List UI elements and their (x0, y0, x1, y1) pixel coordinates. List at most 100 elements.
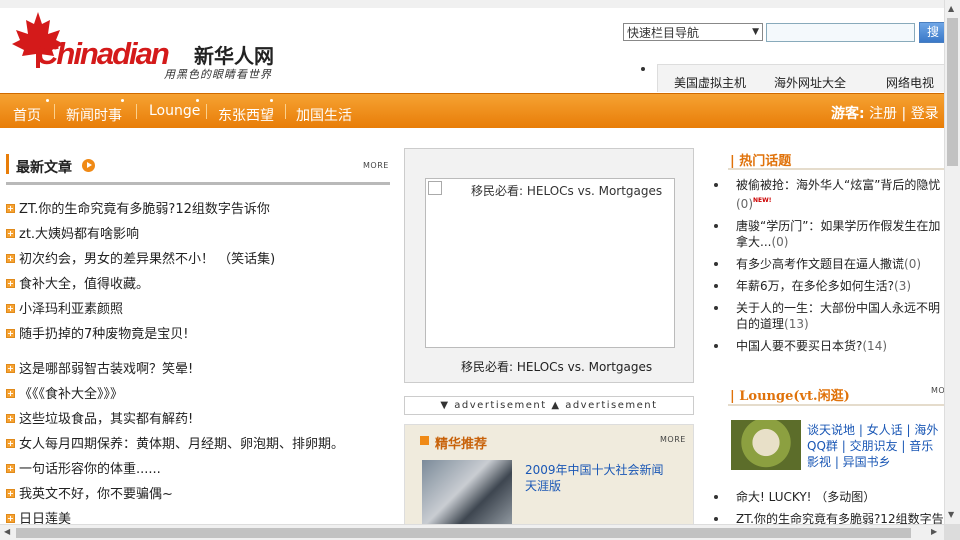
top-strip (0, 0, 944, 8)
topic-title[interactable]: 有多少高考作文题目在逼人撒谎 (736, 257, 904, 271)
register-link[interactable]: 注册 (869, 106, 897, 122)
article-title[interactable]: 小泽玛利亚素颜照 (19, 302, 123, 317)
reply-count: (13) (784, 317, 809, 331)
section-accent-bar (6, 154, 9, 174)
main-navbar: 首页 新闻时事 Lounge 东张西望 加国生活 游客: 注册 | 登录 (0, 93, 944, 128)
article-item[interactable]: + 小泽玛利亚素颜照 (6, 298, 123, 317)
nav-item-news[interactable]: 新闻时事 (66, 105, 122, 125)
quicklink-directory[interactable]: 海外网址大全 (774, 74, 846, 91)
topic-item[interactable]: 命大! LUCKY! （多动图） (712, 489, 944, 505)
reply-count: (0) (771, 235, 789, 249)
article-title[interactable]: ZT.你的生命究竟有多脆弱?12组数字告诉你 (19, 202, 270, 217)
section-divider (6, 182, 390, 185)
article-title[interactable]: 食补大全，值得收藏。 (19, 277, 149, 292)
chevron-down-icon: ▼ (752, 27, 759, 37)
article-title[interactable]: 这是哪部弱智古装戏啊？笑晕! (19, 362, 193, 377)
nav-item-home[interactable]: 首页 (13, 105, 41, 125)
scroll-up-icon[interactable]: ▲ (948, 4, 954, 13)
hot-topics-title: | 热门话题 (730, 154, 792, 169)
vertical-scrollbar[interactable]: ▲ ▼ (944, 0, 960, 524)
search-input[interactable] (766, 23, 915, 42)
article-title[interactable]: 初次约会，男女的差异果然不小！ （笑话集) (19, 252, 275, 267)
article-item[interactable]: + 一句话形容你的体重...... (6, 458, 161, 477)
topic-item[interactable]: 有多少高考作文题目在逼人撒谎(0) (712, 256, 944, 272)
section-divider (728, 404, 944, 406)
login-link[interactable]: 登录 (911, 106, 939, 122)
horizontal-scroll-thumb[interactable] (16, 528, 911, 538)
plus-icon: + (6, 304, 15, 313)
topic-title[interactable]: 命大! LUCKY! （多动图） (736, 490, 875, 504)
play-icon[interactable] (82, 159, 95, 172)
quick-nav-select[interactable]: 快速栏目导航 ▼ (623, 23, 763, 41)
plus-icon: + (6, 279, 15, 288)
lounge-thumbnail[interactable] (731, 420, 801, 470)
scroll-left-icon[interactable]: ◀ (4, 527, 10, 536)
site-logo[interactable]: Chinadian 新华人网 用黑色的眼睛看世界 (8, 10, 278, 82)
ad-image[interactable]: 移民必看: HELOCs vs. Mortgages (425, 178, 675, 348)
article-title[interactable]: 女人每月四期保养：黄体期、月经期、卵泡期、排卵期。 (19, 437, 344, 452)
article-title[interactable]: 一句话形容你的体重...... (19, 462, 161, 477)
recommend-link[interactable]: 2009年中国十大社会新闻 天涯版 (525, 462, 675, 494)
topic-title[interactable]: 中国人要不要买日本货? (736, 339, 862, 353)
article-item[interactable]: + 这些垃圾食品，其实都有解药! (6, 408, 193, 427)
article-item[interactable]: + 女人每月四期保养：黄体期、月经期、卵泡期、排卵期。 (6, 433, 344, 452)
article-item[interactable]: + zt.大姨妈都有啥影响 (6, 223, 139, 242)
article-title[interactable]: 我英文不好，你不要骗偶~ (19, 487, 173, 502)
scroll-right-icon[interactable]: ▶ (931, 527, 937, 536)
article-title[interactable]: 随手扔掉的7种废物竟是宝贝! (19, 327, 188, 342)
article-item[interactable]: + 食补大全，值得收藏。 (6, 273, 149, 292)
plus-icon: + (6, 464, 15, 473)
user-links: 游客: 注册 | 登录 (831, 103, 939, 123)
recommend-more-link[interactable]: MORE (660, 435, 686, 444)
nav-star-icon (196, 99, 199, 102)
topic-title[interactable]: 关于人的一生：大部份中国人永远不明白的道理 (736, 301, 940, 331)
quicklink-hosting[interactable]: 美国虚拟主机 (674, 74, 746, 91)
nav-star-icon (270, 99, 273, 102)
nav-star-icon (121, 99, 124, 102)
lounge-links[interactable]: 谈天说地 | 女人话 | 海外QQ群 | 交朋识友 | 音乐影视 | 异国书乡 (807, 422, 944, 470)
divider: | (901, 106, 907, 122)
topic-item[interactable]: 被偷被抢：海外华人“炫富”背后的隐忧 (0)NEW! (712, 177, 944, 212)
vertical-scroll-thumb[interactable] (947, 18, 958, 166)
topic-item[interactable]: 关于人的一生：大部份中国人永远不明白的道理(13) (712, 300, 944, 332)
ad-box: 移民必看: HELOCs vs. Mortgages 移民必看: HELOCs … (404, 148, 694, 383)
topic-item[interactable]: 中国人要不要买日本货?(14) (712, 338, 944, 354)
article-item[interactable]: + 《《《食补大全》》》 (6, 383, 123, 402)
quick-links-bar: 美国虚拟主机 海外网址大全 网络电视 (657, 64, 944, 92)
article-title[interactable]: 《《《食补大全》》》 (19, 387, 123, 402)
topic-title[interactable]: 年薪6万，在多伦多如何生活? (736, 279, 894, 293)
topic-title[interactable]: 被偷被抢：海外华人“炫富”背后的隐忧 (736, 178, 940, 192)
logo-wordmark: Chinadian (36, 36, 170, 71)
latest-title: 最新文章 (16, 160, 72, 176)
recommend-title: 精华推荐 (435, 437, 488, 452)
article-item[interactable]: + ZT.你的生命究竟有多脆弱?12组数字告诉你 (6, 198, 270, 217)
article-title[interactable]: zt.大姨妈都有啥影响 (19, 227, 139, 242)
article-title[interactable]: 这些垃圾食品，其实都有解药! (19, 412, 193, 427)
nav-item-browse[interactable]: 东张西望 (218, 105, 274, 125)
lounge-title: | Lounge(vt.闲逛) (730, 389, 850, 404)
article-item[interactable]: + 初次约会，男女的差异果然不小！ （笑话集) (6, 248, 275, 267)
topic-item[interactable]: 年薪6万，在多伦多如何生活?(3) (712, 278, 944, 294)
plus-icon: + (6, 514, 15, 523)
lounge-title-text: Lounge(vt.闲逛) (739, 389, 850, 404)
reply-count: (14) (862, 339, 888, 353)
topic-item[interactable]: 唐骏“学历门”：如果学历作假发生在加拿大...(0) (712, 218, 944, 250)
article-item[interactable]: + 随手扔掉的7种废物竟是宝贝! (6, 323, 188, 342)
nav-divider (54, 104, 55, 119)
section-divider (728, 168, 944, 170)
nav-divider (285, 104, 286, 119)
scroll-down-icon[interactable]: ▼ (948, 510, 954, 519)
plus-icon: + (6, 254, 15, 263)
reply-count: (3) (894, 279, 912, 293)
article-item[interactable]: + 这是哪部弱智古装戏啊？笑晕! (6, 358, 193, 377)
horizontal-scrollbar[interactable]: ◀ ▶ (0, 524, 944, 540)
nav-item-lounge[interactable]: Lounge (149, 103, 200, 119)
topic-title[interactable]: 唐骏“学历门”：如果学历作假发生在加拿大... (736, 219, 940, 249)
plus-icon: + (6, 389, 15, 398)
latest-more-link[interactable]: MORE (363, 161, 389, 170)
nav-item-canada-life[interactable]: 加国生活 (296, 105, 352, 125)
ad-caption[interactable]: 移民必看: HELOCs vs. Mortgages (461, 358, 652, 375)
quicklink-tv[interactable]: 网络电视 (886, 74, 934, 91)
article-item[interactable]: + 我英文不好，你不要骗偶~ (6, 483, 173, 502)
plus-icon: + (6, 489, 15, 498)
